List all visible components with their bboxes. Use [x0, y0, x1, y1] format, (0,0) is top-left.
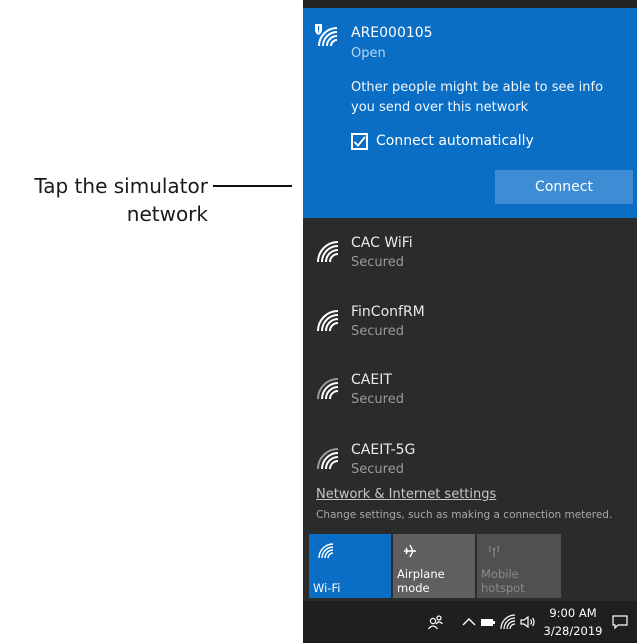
people-icon[interactable]: [427, 613, 445, 631]
network-name: FinConfRM: [351, 304, 425, 320]
network-name: CAEIT-5G: [351, 442, 416, 458]
wifi-open-icon: [315, 24, 338, 47]
wifi-tile-label: Wi-Fi: [313, 581, 341, 595]
network-status: Secured: [351, 324, 404, 339]
chevron-up-icon[interactable]: [460, 613, 478, 631]
network-status: Secured: [351, 255, 404, 270]
connect-automatically-checkbox[interactable]: Connect automatically: [351, 130, 534, 152]
network-settings-description: Change settings, such as making a connec…: [316, 509, 613, 521]
network-name: CAEIT: [351, 372, 392, 388]
airplane-mode-tile[interactable]: Airplane mode: [393, 534, 475, 598]
hotspot-icon: [488, 545, 500, 557]
network-item-caeit-5g[interactable]: CAEIT-5G Secured: [303, 432, 637, 474]
selected-network-name: ARE000105: [351, 25, 433, 41]
callout-pointer-line: [213, 185, 292, 187]
mobile-hotspot-tile[interactable]: Mobile hotspot: [477, 534, 561, 598]
selected-network-status: Open: [351, 46, 386, 61]
network-item-finconfrm[interactable]: FinConfRM Secured: [303, 294, 637, 356]
flyout-top-edge: [303, 0, 637, 8]
wifi-toggle-tile[interactable]: Wi-Fi: [309, 534, 391, 598]
checkbox-box[interactable]: [351, 132, 368, 150]
wifi-icon: [317, 448, 339, 470]
network-status: Secured: [351, 462, 404, 474]
clock-time[interactable]: 9:00 AM: [542, 606, 604, 620]
security-warning: Other people might be able to see info y…: [351, 80, 604, 115]
network-item-caeit[interactable]: CAEIT Secured: [303, 362, 637, 424]
wifi-icon: [318, 543, 334, 559]
callout: Tap the simulator network: [0, 172, 292, 232]
wifi-icon: [317, 310, 339, 332]
wifi-icon: [317, 378, 339, 400]
battery-icon[interactable]: [479, 613, 497, 631]
network-settings-link[interactable]: Network & Internet settings: [316, 487, 496, 502]
callout-line2: network: [126, 202, 208, 226]
taskbar: 9:00 AM 3/28/2019: [303, 601, 637, 643]
selected-network[interactable]: ARE000105 Open Other people might be abl…: [303, 8, 637, 218]
wifi-icon[interactable]: [499, 613, 517, 631]
hotspot-tile-label: Mobile hotspot: [481, 567, 525, 595]
network-item-cac-wifi[interactable]: CAC WiFi Secured: [303, 225, 637, 287]
connect-automatically-label: Connect automatically: [376, 133, 534, 149]
airplane-tile-label: Airplane mode: [397, 567, 445, 595]
action-center-icon[interactable]: [611, 613, 629, 631]
wifi-icon: [317, 241, 339, 263]
airplane-icon: [404, 544, 416, 558]
network-flyout: ARE000105 Open Other people might be abl…: [303, 0, 637, 643]
connect-button[interactable]: Connect: [495, 170, 633, 204]
network-status: Secured: [351, 392, 404, 407]
callout-text: Tap the simulator network: [34, 172, 208, 228]
callout-line1: Tap the simulator: [34, 174, 208, 198]
network-name: CAC WiFi: [351, 235, 413, 251]
checkmark-icon: [353, 135, 366, 147]
clock-date[interactable]: 3/28/2019: [542, 624, 604, 638]
speaker-icon[interactable]: [519, 613, 537, 631]
